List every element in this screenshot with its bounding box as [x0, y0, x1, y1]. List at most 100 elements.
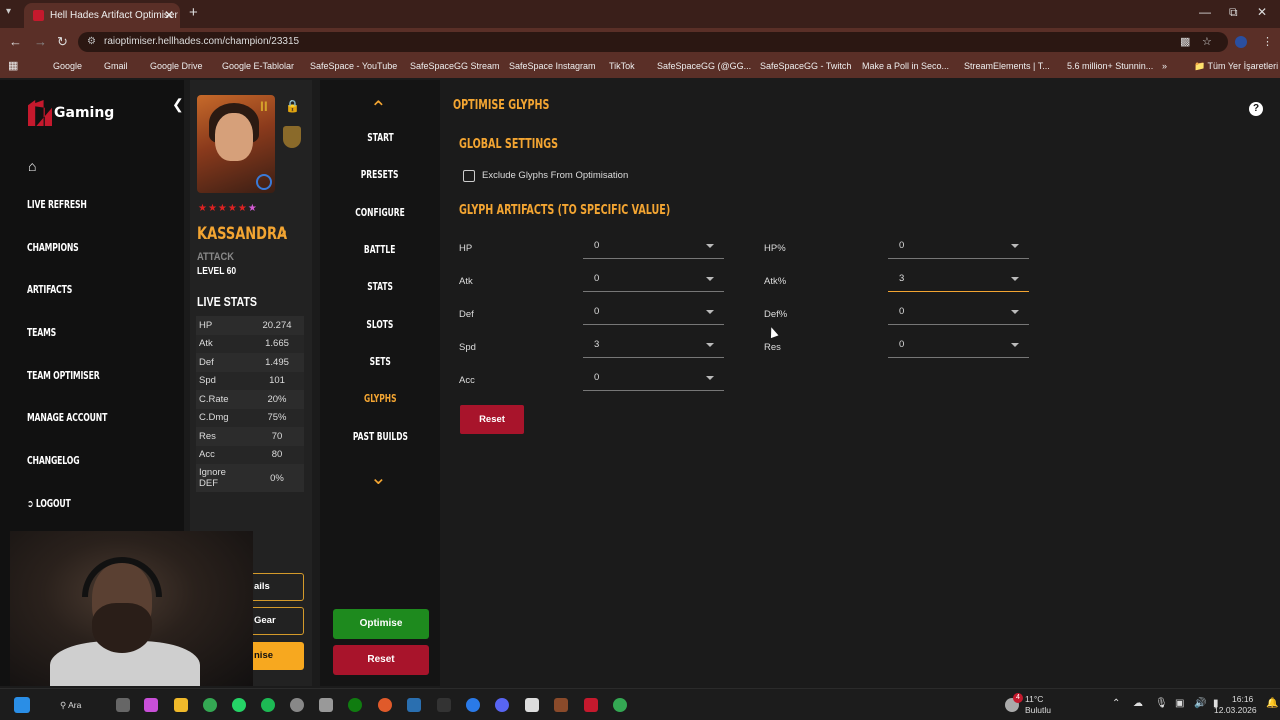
copilot-icon[interactable]	[144, 698, 158, 712]
obs-icon[interactable]	[290, 698, 304, 712]
details-button[interactable]: ails	[252, 573, 304, 601]
browser-tab[interactable]: Hell Hades Artifact Optimiser ✕	[24, 3, 180, 28]
glyph-select-atk-pct[interactable]: 3	[888, 270, 1029, 292]
sidebar-item-team-optimiser[interactable]: Team Optimiser	[27, 370, 100, 382]
origin-icon[interactable]	[378, 698, 392, 712]
app-icon[interactable]	[319, 698, 333, 712]
chevron-up-icon[interactable]: ⌃	[370, 96, 387, 121]
microphone-icon[interactable]: 🎙	[1155, 698, 1168, 709]
collapse-sidebar-icon[interactable]: ❮	[172, 96, 184, 113]
chrome-icon[interactable]	[203, 698, 217, 712]
bookmark-pexels[interactable]: 5.6 million+ Stunnin...	[1054, 61, 1153, 71]
raid-icon[interactable]	[554, 698, 568, 712]
glyph-select-acc[interactable]: 0	[583, 369, 724, 391]
optimise-button[interactable]: Optimise	[333, 609, 429, 639]
bookmark-kick[interactable]: SafeSpaceGG Stream	[397, 61, 500, 71]
bookmark-sheets[interactable]: Google E-Tablolar	[209, 61, 294, 71]
all-bookmarks[interactable]: 📁 Tüm Yer İşaretleri	[1194, 61, 1278, 72]
bookmark-tiktok[interactable]: TikTok	[596, 61, 635, 71]
forward-icon[interactable]: →	[34, 34, 47, 49]
epic-games-icon[interactable]	[437, 698, 451, 712]
minimize-icon[interactable]: —	[1199, 5, 1211, 19]
sidebar-item-logout[interactable]: ➲ Logout	[27, 498, 71, 510]
notifications-icon[interactable]: 🔔	[1266, 698, 1278, 709]
glyph-select-spd[interactable]: 3	[583, 336, 724, 358]
profile-avatar[interactable]	[1235, 36, 1247, 48]
back-icon[interactable]: ←	[9, 34, 22, 49]
xbox-icon[interactable]	[348, 698, 362, 712]
lock-icon[interactable]: 🔒	[285, 99, 300, 113]
bookmark-twitch[interactable]: SafeSpaceGG - Twitch	[747, 61, 851, 71]
restore-icon[interactable]: ⧉	[1229, 5, 1238, 20]
sidebar-item-artifacts[interactable]: Artifacts	[27, 284, 72, 296]
home-icon[interactable]: ⌂	[28, 158, 36, 174]
glyph-select-atk[interactable]: 0	[583, 270, 724, 292]
window-close-icon[interactable]: ✕	[1257, 5, 1267, 19]
whatsapp-icon[interactable]	[232, 698, 246, 712]
step-configure[interactable]: Configure	[320, 207, 440, 219]
reload-icon[interactable]: ↻	[57, 34, 68, 50]
new-tab-icon[interactable]: +	[189, 4, 198, 21]
bookmark-poll[interactable]: Make a Poll in Seco...	[849, 61, 949, 71]
bookmark-instagram[interactable]: SafeSpace Instagram	[496, 61, 596, 71]
clock-time[interactable]: 16:16	[1232, 694, 1253, 704]
gear-button[interactable]: Gear	[252, 607, 304, 635]
external-link-icon[interactable]: ↗	[278, 227, 287, 240]
bookmark-gmail[interactable]: Gmail	[91, 61, 128, 71]
step-glyphs[interactable]: Glyphs	[320, 393, 440, 405]
step-sets[interactable]: Sets	[320, 356, 440, 368]
steam-icon[interactable]	[407, 698, 421, 712]
step-start[interactable]: Start	[320, 132, 440, 144]
step-stats[interactable]: Stats	[320, 281, 440, 293]
bookmark-x[interactable]: SafeSpaceGG (@GG...	[644, 61, 751, 71]
spotify-icon[interactable]	[261, 698, 275, 712]
bookmark-google[interactable]: Google	[40, 61, 82, 71]
taskbar-search[interactable]: ⚲ Ara	[60, 700, 81, 711]
task-view-icon[interactable]	[116, 698, 130, 712]
browser-menu-icon[interactable]: ⋮	[1262, 35, 1273, 48]
battlenet-icon[interactable]	[466, 698, 480, 712]
chrome-active-icon[interactable]	[613, 698, 627, 712]
glyph-reset-button[interactable]: Reset	[460, 405, 524, 434]
sidebar-item-changelog[interactable]: Changelog	[27, 455, 80, 467]
bookmark-star-icon[interactable]: ☆	[1202, 35, 1212, 48]
apps-grid-icon[interactable]: ▦	[8, 59, 18, 72]
file-explorer-icon[interactable]	[174, 698, 188, 712]
sidebar-item-teams[interactable]: Teams	[27, 327, 56, 339]
tab-search-icon[interactable]: ▾	[6, 6, 11, 17]
help-icon[interactable]: ?	[1249, 102, 1263, 116]
capcut-icon[interactable]	[525, 698, 539, 712]
bookmark-youtube[interactable]: SafeSpace - YouTube	[297, 61, 397, 71]
step-reset-button[interactable]: Reset	[333, 645, 429, 675]
bookmark-drive[interactable]: Google Drive	[137, 61, 203, 71]
step-presets[interactable]: Presets	[320, 169, 440, 181]
network-icon[interactable]: ▣	[1175, 698, 1184, 709]
more-bookmarks-icon[interactable]: »	[1162, 61, 1167, 71]
chevron-down-icon[interactable]: ⌄	[370, 465, 387, 490]
glyph-select-hp[interactable]: 0	[583, 237, 724, 259]
brand-logo[interactable]: Gaming	[26, 100, 114, 126]
tray-expand-icon[interactable]: ⌃	[1112, 698, 1120, 709]
step-battle[interactable]: Battle	[320, 244, 440, 256]
discord-icon[interactable]	[495, 698, 509, 712]
step-slots[interactable]: Slots	[320, 319, 440, 331]
optimise-side-button[interactable]: nise	[252, 642, 304, 670]
hellhades-icon[interactable]	[584, 698, 598, 712]
url-input[interactable]: ⚙ raioptimiser.hellhades.com/champion/23…	[78, 32, 1228, 52]
close-tab-icon[interactable]: ✕	[164, 8, 174, 22]
onedrive-icon[interactable]: ☁	[1133, 698, 1143, 709]
step-past-builds[interactable]: Past Builds	[320, 431, 440, 443]
site-info-icon[interactable]: ⚙	[87, 32, 96, 52]
sidebar-item-live-refresh[interactable]: Live Refresh	[27, 199, 87, 211]
bookmark-streamelements[interactable]: StreamElements | T...	[951, 61, 1050, 71]
translate-icon[interactable]: ▩	[1180, 35, 1190, 48]
glyph-select-def-pct[interactable]: 0	[888, 303, 1029, 325]
windows-start-icon[interactable]	[14, 697, 30, 713]
glyph-select-hp-pct[interactable]: 0	[888, 237, 1029, 259]
exclude-glyphs-checkbox[interactable]	[463, 170, 475, 182]
sidebar-item-manage-account[interactable]: Manage Account	[27, 412, 107, 424]
glyph-select-def[interactable]: 0	[583, 303, 724, 325]
volume-icon[interactable]: 🔊	[1194, 698, 1206, 709]
glyph-select-res[interactable]: 0	[888, 336, 1029, 358]
sidebar-item-champions[interactable]: Champions	[27, 242, 79, 254]
